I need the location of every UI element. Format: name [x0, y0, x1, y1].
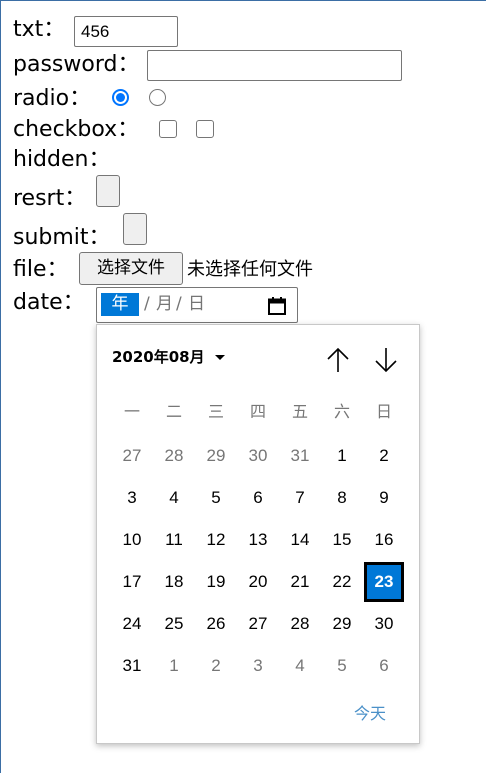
date-day-segment[interactable]: 日 — [188, 293, 205, 316]
radio-option-1[interactable] — [112, 89, 129, 106]
submit-button[interactable] — [123, 213, 147, 245]
day-cell[interactable]: 11 — [154, 520, 194, 560]
day-cell[interactable]: 14 — [280, 520, 320, 560]
day-cell[interactable]: 27 — [238, 604, 278, 644]
day-cell[interactable]: 20 — [238, 562, 278, 602]
day-cell[interactable]: 2 — [364, 436, 404, 476]
day-cell[interactable]: 12 — [196, 520, 236, 560]
day-cell[interactable]: 25 — [154, 604, 194, 644]
today-button[interactable]: 今天 — [354, 703, 386, 725]
radio-label: radio： — [13, 86, 92, 111]
day-cell[interactable]: 29 — [322, 604, 362, 644]
day-cell[interactable]: 18 — [154, 562, 194, 602]
month-year-selector[interactable]: 2020年08月 — [112, 346, 205, 368]
day-cell[interactable]: 1 — [322, 436, 362, 476]
date-separator: / — [176, 294, 182, 314]
weekday-header: 一 — [123, 402, 140, 421]
hidden-label: hidden： — [13, 147, 111, 172]
arrow-down-icon[interactable] — [373, 345, 399, 375]
txt-input[interactable]: 456 — [74, 16, 178, 47]
day-cell[interactable]: 6 — [364, 646, 404, 686]
day-cell[interactable]: 2 — [196, 646, 236, 686]
reset-button[interactable] — [96, 175, 120, 207]
day-cell[interactable]: 9 — [364, 478, 404, 518]
weekday-header: 六 — [333, 402, 350, 421]
day-cell-selected[interactable]: 23 — [364, 562, 404, 602]
day-cell[interactable]: 3 — [112, 478, 152, 518]
day-cell[interactable]: 19 — [196, 562, 236, 602]
weekday-header: 三 — [207, 402, 224, 421]
weekday-header: 四 — [249, 402, 266, 421]
day-cell[interactable]: 30 — [238, 436, 278, 476]
day-cell[interactable]: 6 — [238, 478, 278, 518]
day-cell[interactable]: 10 — [112, 520, 152, 560]
weekday-header: 二 — [165, 402, 182, 421]
day-cell[interactable]: 15 — [322, 520, 362, 560]
day-cell[interactable]: 24 — [112, 604, 152, 644]
file-label: file： — [13, 257, 69, 282]
password-label: password： — [13, 52, 140, 77]
date-label: date： — [13, 290, 85, 315]
day-cell[interactable]: 21 — [280, 562, 320, 602]
day-cell[interactable]: 27 — [112, 436, 152, 476]
weekday-header: 五 — [291, 402, 308, 421]
day-cell[interactable]: 16 — [364, 520, 404, 560]
password-field[interactable] — [147, 50, 402, 81]
day-cell[interactable]: 29 — [196, 436, 236, 476]
checkbox-option-1[interactable] — [159, 120, 177, 138]
day-cell[interactable]: 4 — [154, 478, 194, 518]
day-cell[interactable]: 31 — [112, 646, 152, 686]
submit-label: submit： — [13, 225, 111, 250]
day-cell[interactable]: 31 — [280, 436, 320, 476]
day-cell[interactable]: 3 — [238, 646, 278, 686]
day-cell[interactable]: 7 — [280, 478, 320, 518]
choose-file-button[interactable]: 选择文件 — [79, 252, 183, 285]
day-cell[interactable]: 5 — [322, 646, 362, 686]
radio-option-2[interactable] — [149, 89, 166, 106]
date-picker-popup: 2020年08月 今天 一二三四五六日 27 28 29 30 31 1 2 3 4 5 6 7 8 9 10… — [96, 324, 420, 744]
day-cell[interactable]: 26 — [196, 604, 236, 644]
day-cell[interactable]: 22 — [322, 562, 362, 602]
day-cell[interactable]: 28 — [280, 604, 320, 644]
day-cell[interactable]: 4 — [280, 646, 320, 686]
caret-down-icon[interactable] — [215, 355, 225, 360]
day-cell[interactable]: 1 — [154, 646, 194, 686]
arrow-up-icon[interactable] — [325, 345, 351, 375]
day-cell[interactable]: 30 — [364, 604, 404, 644]
weekday-header: 日 — [375, 402, 392, 421]
day-cell[interactable]: 28 — [154, 436, 194, 476]
calendar-icon[interactable] — [268, 297, 286, 315]
day-cell[interactable]: 5 — [196, 478, 236, 518]
checkbox-label: checkbox： — [13, 117, 140, 142]
date-input[interactable]: 年 / 月 / 日 — [96, 287, 298, 323]
file-status-text: 未选择任何文件 — [187, 259, 313, 280]
date-separator: / — [144, 294, 150, 314]
date-year-segment[interactable]: 年 — [101, 293, 139, 316]
day-cell[interactable]: 17 — [112, 562, 152, 602]
reset-label: resrt： — [13, 186, 87, 211]
checkbox-option-2[interactable] — [196, 120, 214, 138]
day-cell[interactable]: 8 — [322, 478, 362, 518]
txt-label: txt： — [13, 17, 66, 42]
date-month-segment[interactable]: 月 — [156, 293, 173, 316]
day-cell[interactable]: 13 — [238, 520, 278, 560]
